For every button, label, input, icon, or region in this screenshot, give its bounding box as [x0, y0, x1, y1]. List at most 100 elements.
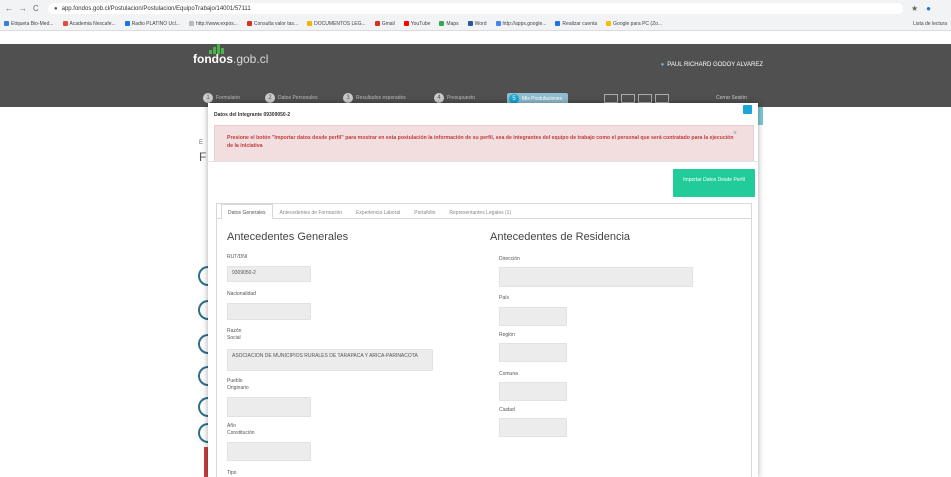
tipo-label: Tipo: [227, 470, 237, 476]
fondos-logo[interactable]: fondos.gob.cl: [193, 44, 269, 66]
extensions-icon[interactable]: ★: [911, 4, 918, 13]
step-formulario[interactable]: 1 Formulario: [203, 93, 240, 103]
bookmark-icon: [606, 21, 612, 26]
bookmark-icon: [188, 21, 194, 26]
ciudad-field[interactable]: [499, 418, 567, 437]
forward-icon[interactable]: →: [19, 4, 27, 13]
browser-nav: ← → C: [0, 4, 48, 13]
bookmark-icon: [495, 21, 501, 26]
bookmark-item[interactable]: DOCUMENTOS LEG...: [307, 21, 366, 27]
bookmark-item[interactable]: Consulta valor tas...: [246, 21, 298, 27]
view-button[interactable]: [655, 94, 669, 103]
bookmark-item[interactable]: Academia Nescafe...: [62, 20, 116, 27]
step-label: Datos Personales: [278, 95, 318, 101]
close-icon[interactable]: [743, 105, 752, 114]
bookmark-label: Academia Nescafe...: [69, 20, 116, 27]
close-session-link[interactable]: Cerrar Sesión: [716, 95, 747, 101]
browser-actions: ★ ●: [911, 4, 951, 13]
bookmark-item[interactable]: Google para PC (Zo...: [606, 21, 662, 27]
logo-suffix-text: .gob.cl: [233, 52, 269, 66]
bookmark-icon: [307, 21, 313, 26]
tab-portafolio[interactable]: Portafolio: [407, 204, 442, 219]
view-button[interactable]: [621, 94, 635, 103]
bookmark-item[interactable]: Realizar cuenta: [555, 21, 597, 27]
bookmark-label: Word: [474, 20, 487, 27]
tab-representantes-legales[interactable]: Representantes Legales (1): [442, 204, 518, 219]
tab-row: Datos Generales Antecedentes de Formació…: [217, 204, 751, 219]
step-resultados[interactable]: 3 Resultados esperados: [343, 93, 406, 103]
step-number: 3: [343, 93, 353, 103]
general-title: Antecedentes Generales: [227, 231, 349, 243]
background-label: E: [199, 140, 204, 146]
tab-experiencia-laboral[interactable]: Experiencia Laboral: [349, 204, 407, 219]
view-button[interactable]: [638, 94, 652, 103]
user-name-text: PAUL RICHARD GODOY ALVAREZ: [667, 62, 763, 68]
razon-social-field[interactable]: ASOCIACION DE MUNICIPIOS RURALES DE TARA…: [227, 349, 433, 371]
bookmark-label: Realizar cuenta: [562, 20, 598, 27]
nacionalidad-field[interactable]: [227, 303, 311, 320]
residencia-title: Antecedentes de Residencia: [490, 231, 631, 243]
reload-icon[interactable]: C: [33, 4, 39, 13]
view-buttons: [604, 94, 669, 103]
bookmark-icon: [374, 21, 380, 26]
bookmark-item[interactable]: http://www.expos...: [188, 20, 238, 27]
step-label: Presupuesto: [447, 95, 476, 101]
alert-text: Presione el botón "Importar datos desde …: [227, 135, 734, 149]
bookmark-icon: [124, 21, 130, 26]
nacionalidad-label: Nacionalidad: [227, 291, 256, 297]
direccion-field[interactable]: [499, 267, 693, 287]
url-text: app.fondos.gob.cl/Postulacion/Postulacio…: [61, 5, 251, 12]
bookmark-label: Etiqueta Bio-Med...: [11, 20, 54, 27]
view-button[interactable]: [604, 94, 618, 103]
background-cyan-bar: [758, 107, 763, 125]
profile-icon[interactable]: ●: [926, 4, 931, 13]
import-profile-button[interactable]: Importar Datos Desde Perfil: [673, 169, 755, 197]
step-presupuesto[interactable]: 4 Presupuesto: [434, 93, 475, 103]
bookmark-item[interactable]: Gmail: [374, 20, 395, 27]
logo-main-text: fondos: [193, 52, 233, 66]
bookmark-item[interactable]: Radio PLATINO Ucl...: [124, 21, 180, 27]
bookmark-label: Gmail: [381, 20, 395, 27]
bookmark-item[interactable]: YouTube: [403, 20, 431, 27]
bookmark-item[interactable]: Etiqueta Bio-Med...: [4, 21, 54, 27]
razon-social-label: Razón Social: [227, 328, 242, 341]
pueblo-originario-field[interactable]: [227, 397, 311, 417]
modal-title: Datos del Integrante 09309050-2: [214, 112, 291, 118]
step-datos-personales[interactable]: 2 Datos Personales: [265, 93, 317, 103]
region-label: Región: [499, 332, 515, 338]
bookmark-label: YouTube: [410, 20, 431, 27]
comuna-label: Comuna: [499, 371, 518, 377]
comuna-field[interactable]: [499, 382, 567, 401]
direccion-label: Dirección: [499, 256, 520, 262]
back-icon[interactable]: ←: [5, 4, 13, 13]
bookmark-item[interactable]: Maps: [439, 21, 459, 27]
bookmark-item[interactable]: Word: [467, 20, 487, 27]
bookmark-icon: [4, 21, 9, 26]
bookmark-icon: [246, 21, 252, 26]
reading-list-link[interactable]: Lista de lectura: [913, 21, 951, 27]
bookmark-item[interactable]: http://apps.google...: [495, 20, 547, 27]
info-alert: Presione el botón "Importar datos desde …: [214, 125, 754, 162]
tab-datos-generales[interactable]: Datos Generales: [221, 204, 273, 219]
user-menu[interactable]: ● PAUL RICHARD GODOY ALVAREZ: [661, 62, 763, 68]
bookmark-label: http://www.expos...: [195, 20, 238, 27]
pais-field[interactable]: [499, 307, 567, 326]
bookmark-icon: [467, 21, 473, 26]
logo-mark-icon: [209, 44, 224, 54]
bookmark-label: Google para PC (Zo...: [613, 20, 663, 27]
tab-antecedentes-formacion[interactable]: Antecedentes de Formación: [273, 204, 350, 219]
pueblo-originario-label: Pueblo Originario: [227, 378, 249, 391]
region-field[interactable]: [499, 343, 567, 362]
ano-constitucion-field[interactable]: [227, 442, 311, 461]
address-bar[interactable]: ● app.fondos.gob.cl/Postulacion/Postulac…: [48, 3, 903, 14]
pais-label: País: [499, 295, 510, 301]
site-header: fondos.gob.cl ● PAUL RICHARD GODOY ALVARE…: [0, 44, 951, 90]
rut-field[interactable]: 9309050-2: [227, 266, 311, 282]
step-number: 1: [203, 93, 213, 103]
ano-constitucion-label: Año Constitución: [227, 423, 255, 436]
bookmark-icon: [555, 21, 561, 26]
alert-close-icon[interactable]: ×: [733, 130, 737, 137]
modal-tabs: Datos Generales Antecedentes de Formació…: [216, 203, 752, 477]
bookmark-label: http://apps.google...: [502, 20, 547, 27]
integrante-modal: Datos del Integrante 09309050-2 Presione…: [208, 103, 758, 477]
